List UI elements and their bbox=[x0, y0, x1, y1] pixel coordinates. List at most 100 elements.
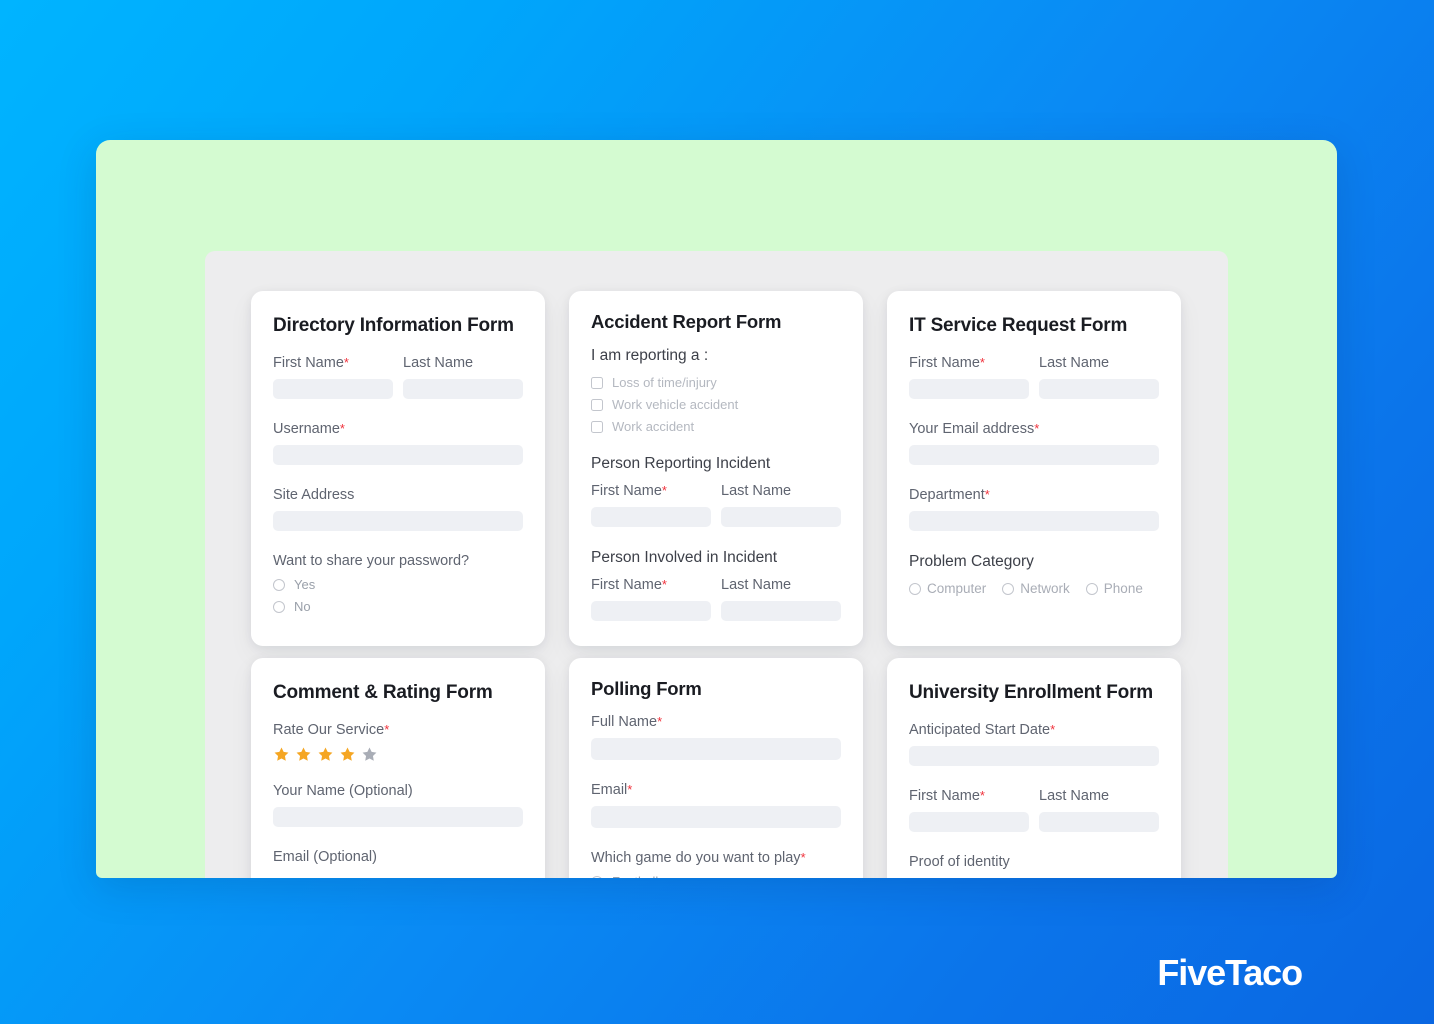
start-date-input[interactable] bbox=[909, 746, 1159, 766]
checkbox-label-work-vehicle-accident: Work vehicle accident bbox=[612, 397, 739, 412]
email-field[interactable] bbox=[909, 445, 1159, 465]
required-asterisk: * bbox=[1050, 722, 1056, 737]
radio-icon[interactable] bbox=[273, 600, 285, 613]
site-address-label: Site Address bbox=[273, 487, 355, 503]
radio-option-yes[interactable]: Yes bbox=[273, 577, 523, 592]
required-asterisk: * bbox=[979, 355, 985, 370]
form-card-comment-rating: Comment & Rating Form Rate Our Service* … bbox=[251, 658, 545, 878]
page-title: IT Service Request Form bbox=[909, 315, 1128, 336]
checkbox-option-loss-of-time[interactable]: Loss of time/injury bbox=[591, 375, 841, 390]
name-row: First Name* Last Name bbox=[909, 355, 1159, 421]
checkbox-icon[interactable] bbox=[591, 420, 603, 433]
required-asterisk: * bbox=[343, 355, 349, 370]
rate-service-label: Rate Our Service* bbox=[273, 722, 390, 738]
first-name-label: First Name* bbox=[591, 483, 667, 499]
problem-category-options: Computer Network Phone bbox=[909, 581, 1159, 596]
radio-icon[interactable] bbox=[1085, 582, 1098, 595]
radio-option-football[interactable]: Football bbox=[591, 874, 841, 878]
department-label: Department* bbox=[909, 487, 990, 503]
page-title: Comment & Rating Form bbox=[273, 682, 493, 703]
required-asterisk: * bbox=[661, 483, 667, 498]
star-filled-icon[interactable] bbox=[295, 746, 312, 763]
first-name-input[interactable] bbox=[909, 812, 1029, 832]
radio-label-yes: Yes bbox=[294, 577, 316, 592]
radio-icon[interactable] bbox=[591, 875, 603, 878]
form-card-it-service-request: IT Service Request Form First Name* Last… bbox=[887, 291, 1181, 646]
last-name-label: Last Name bbox=[721, 577, 792, 593]
first-name-label: First Name* bbox=[909, 788, 985, 804]
proof-of-identity-label: Proof of identity bbox=[909, 854, 1010, 870]
email-field[interactable] bbox=[591, 806, 841, 828]
your-name-label: Your Name (Optional) bbox=[273, 783, 413, 799]
department-input[interactable] bbox=[909, 511, 1159, 531]
username-input[interactable] bbox=[273, 445, 523, 465]
radio-label-computer: Computer bbox=[927, 581, 987, 596]
checkbox-option-work-accident[interactable]: Work accident bbox=[591, 419, 841, 434]
required-asterisk: * bbox=[627, 782, 633, 797]
first-name-input[interactable] bbox=[909, 379, 1029, 399]
problem-category-label: Problem Category bbox=[909, 553, 1034, 570]
first-name-label: First Name* bbox=[591, 577, 667, 593]
star-filled-icon[interactable] bbox=[339, 746, 356, 763]
radio-option-network[interactable]: Network bbox=[1002, 581, 1070, 596]
email-label: Email* bbox=[591, 782, 633, 798]
star-rating[interactable] bbox=[273, 746, 523, 763]
your-name-input[interactable] bbox=[273, 807, 523, 827]
last-name-label: Last Name bbox=[1039, 788, 1110, 804]
reporting-name-row: First Name* Last Name bbox=[591, 483, 841, 549]
last-name-label: Last Name bbox=[1039, 355, 1110, 371]
form-card-university-enrollment: University Enrollment Form Anticipated S… bbox=[887, 658, 1181, 878]
required-asterisk: * bbox=[1034, 421, 1040, 436]
checkbox-icon[interactable] bbox=[591, 376, 603, 389]
star-filled-icon[interactable] bbox=[273, 746, 290, 763]
section-person-reporting: Person Reporting Incident bbox=[591, 455, 771, 472]
full-name-label: Full Name* bbox=[591, 714, 663, 730]
required-asterisk: * bbox=[384, 722, 390, 737]
name-row: First Name* Last Name bbox=[273, 355, 523, 421]
required-asterisk: * bbox=[979, 788, 985, 803]
full-name-input[interactable] bbox=[591, 738, 841, 760]
first-name-input[interactable] bbox=[273, 379, 393, 399]
radio-icon[interactable] bbox=[1002, 582, 1015, 595]
checkbox-option-work-vehicle-accident[interactable]: Work vehicle accident bbox=[591, 397, 841, 412]
checkbox-label-work-accident: Work accident bbox=[612, 419, 695, 434]
checkbox-icon[interactable] bbox=[591, 398, 603, 411]
radio-icon[interactable] bbox=[273, 578, 285, 591]
required-asterisk: * bbox=[800, 850, 806, 865]
last-name-input[interactable] bbox=[1039, 812, 1159, 832]
name-row: First Name* Last Name bbox=[909, 788, 1159, 854]
required-asterisk: * bbox=[339, 421, 345, 436]
reporting-first-name-input[interactable] bbox=[591, 507, 711, 527]
site-address-input[interactable] bbox=[273, 511, 523, 531]
reporting-last-name-input[interactable] bbox=[721, 507, 841, 527]
radio-label-no: No bbox=[294, 599, 311, 614]
page-title: University Enrollment Form bbox=[909, 682, 1153, 703]
involved-last-name-input[interactable] bbox=[721, 601, 841, 621]
last-name-label: Last Name bbox=[721, 483, 792, 499]
forms-grid: Directory Information Form First Name* L… bbox=[251, 291, 1181, 878]
radio-option-computer[interactable]: Computer bbox=[909, 581, 986, 596]
form-card-directory-information: Directory Information Form First Name* L… bbox=[251, 291, 545, 646]
last-name-input[interactable] bbox=[403, 379, 523, 399]
form-card-polling: Polling Form Full Name* Email* Which gam… bbox=[569, 658, 863, 878]
involved-first-name-input[interactable] bbox=[591, 601, 711, 621]
last-name-input[interactable] bbox=[1039, 379, 1159, 399]
radio-option-no[interactable]: No bbox=[273, 599, 523, 614]
checkbox-label-loss-of-time: Loss of time/injury bbox=[612, 375, 717, 390]
radio-option-phone[interactable]: Phone bbox=[1085, 581, 1143, 596]
section-person-involved: Person Involved in Incident bbox=[591, 549, 778, 566]
first-name-label: First Name* bbox=[273, 355, 349, 371]
stage-panel: Directory Information Form First Name* L… bbox=[96, 140, 1337, 878]
forms-app-panel: Directory Information Form First Name* L… bbox=[205, 251, 1228, 878]
star-filled-icon[interactable] bbox=[317, 746, 334, 763]
page-title: Directory Information Form bbox=[273, 315, 514, 336]
required-asterisk: * bbox=[984, 487, 990, 502]
radio-icon[interactable] bbox=[909, 582, 921, 595]
share-password-question: Want to share your password? bbox=[273, 553, 470, 569]
last-name-label: Last Name bbox=[403, 355, 474, 371]
radio-label-football: Football bbox=[612, 874, 658, 878]
form-card-accident-report: Accident Report Form I am reporting a : … bbox=[569, 291, 863, 646]
required-asterisk: * bbox=[657, 714, 663, 729]
star-empty-icon[interactable] bbox=[361, 746, 378, 763]
required-asterisk: * bbox=[661, 577, 667, 592]
